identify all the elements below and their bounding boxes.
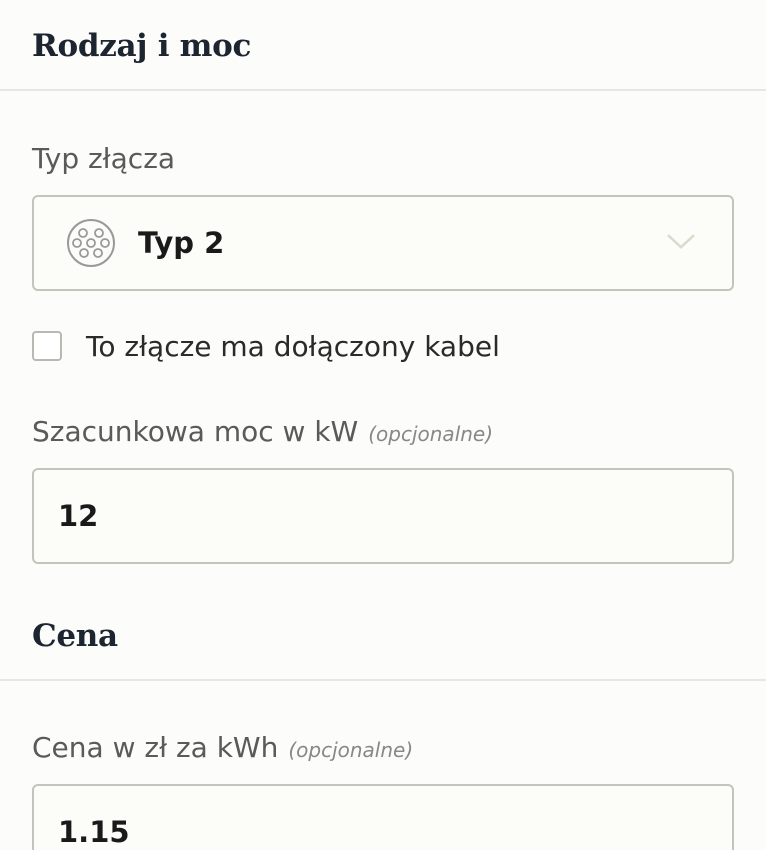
attached-cable-label[interactable]: To złącze ma dołączony kabel [86,330,500,363]
price-value: 1.15 [58,815,130,849]
type2-connector-icon [66,218,116,268]
power-input[interactable]: 12 [32,468,734,564]
section-title: Cena [32,618,118,654]
price-label: Cena w zł za kWh (opcjonalne) [32,731,413,764]
section-header-type-power: Rodzaj i moc [0,0,766,91]
power-value: 12 [58,499,99,533]
connector-type-value: Typ 2 [138,226,225,260]
section-title: Rodzaj i moc [32,28,252,64]
power-optional-hint: (opcjonalne) [368,422,494,446]
price-optional-hint: (opcjonalne) [288,738,414,762]
connector-type-label: Typ złącza [32,142,176,175]
power-label: Szacunkowa moc w kW (opcjonalne) [32,415,493,448]
section-header-price: Cena [0,590,766,681]
attached-cable-checkbox[interactable] [32,331,62,361]
connector-type-select[interactable]: Typ 2 [32,195,734,291]
power-label-text: Szacunkowa moc w kW [32,415,359,448]
chevron-down-icon [666,232,696,250]
price-input[interactable]: 1.15 [32,784,734,850]
price-label-text: Cena w zł za kWh [32,731,279,764]
